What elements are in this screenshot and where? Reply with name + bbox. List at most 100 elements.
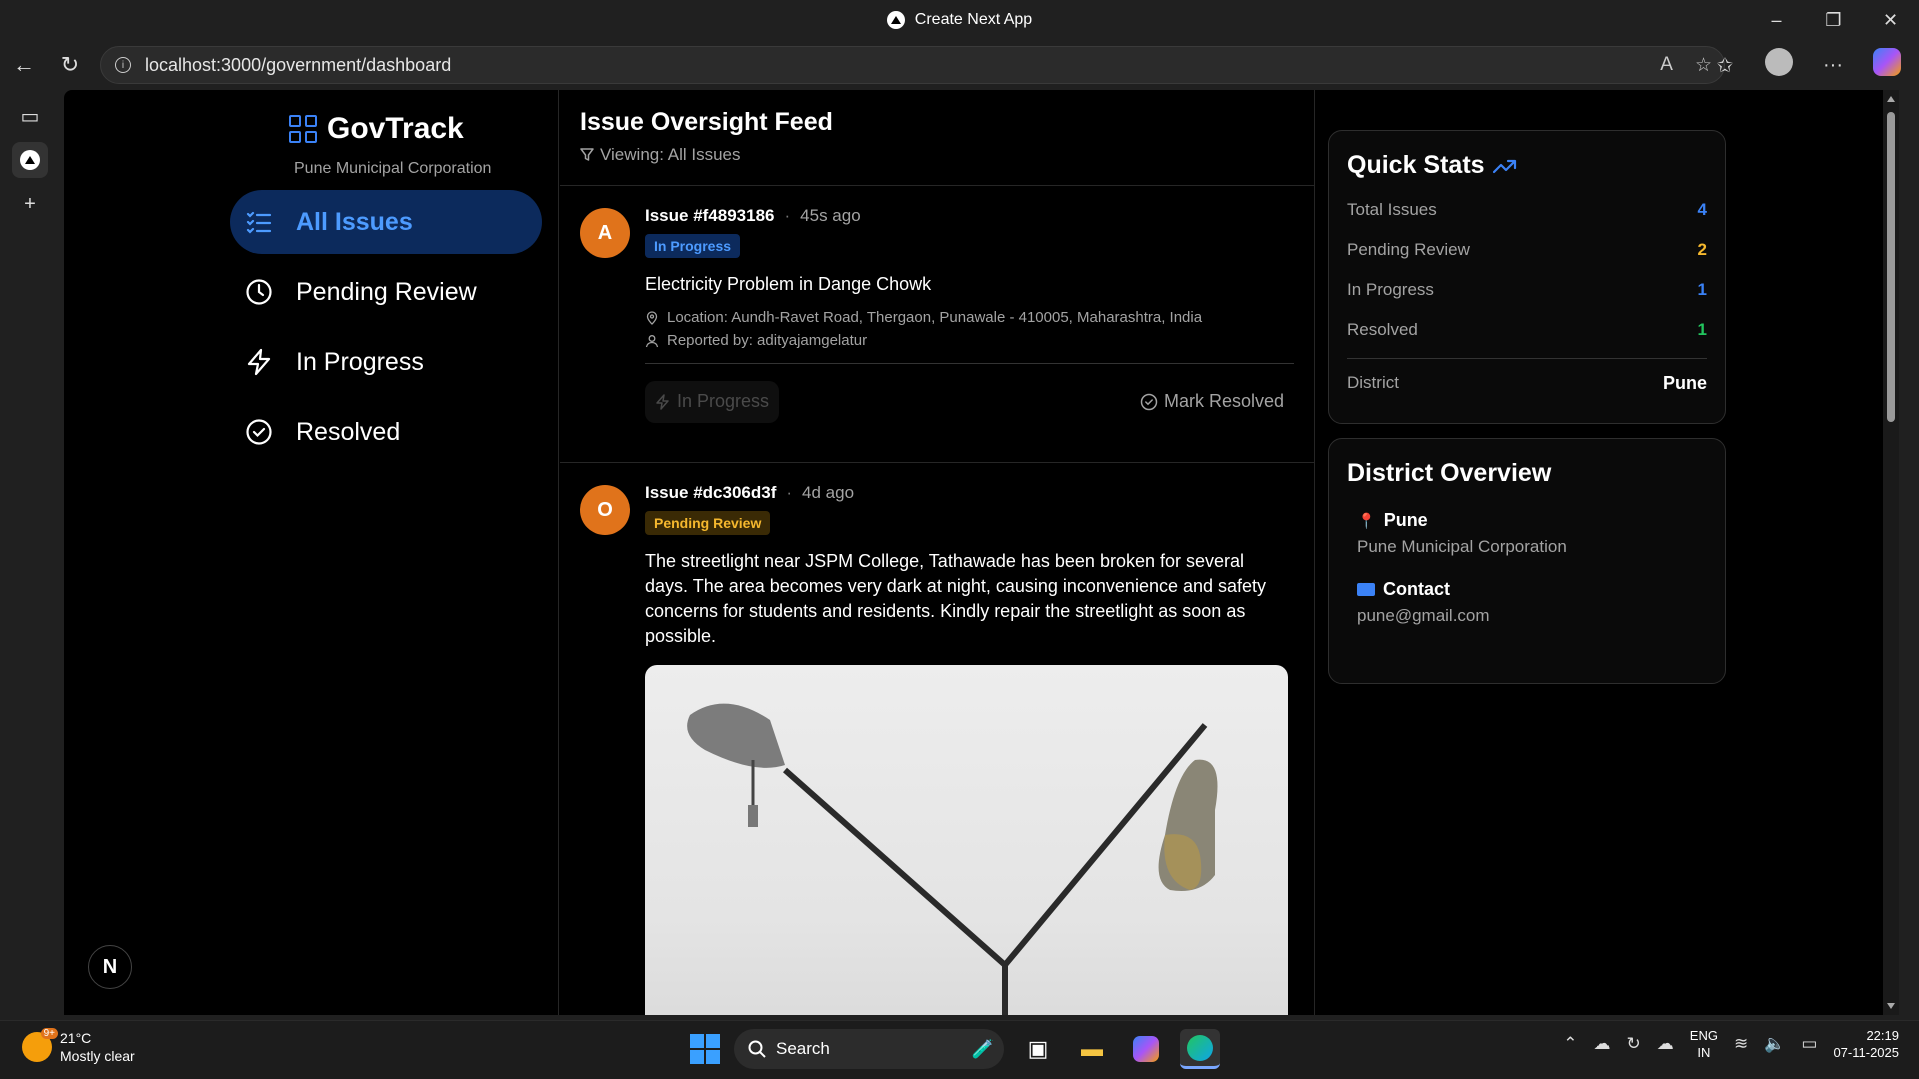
pin-icon: 📍 <box>1357 512 1376 530</box>
stat-value: 1 <box>1697 320 1707 339</box>
lang-primary: ENG <box>1689 1028 1718 1043</box>
stat-pending-review: Pending Review 2 <box>1347 240 1707 260</box>
issue-time: 45s ago <box>800 206 861 225</box>
issue-actions: In Progress Mark Resolved <box>645 363 1294 439</box>
close-icon[interactable]: ✕ <box>1862 0 1919 40</box>
stat-value: 1 <box>1697 280 1707 299</box>
page-viewport: GovTrack Pune Municipal Corporation All … <box>64 90 1899 1015</box>
task-view-icon[interactable]: ▣ <box>1018 1029 1058 1069</box>
copilot-icon[interactable] <box>1869 48 1905 82</box>
page-scrollbar[interactable] <box>1883 90 1899 1015</box>
status-badge: Pending Review <box>645 511 771 535</box>
mark-resolved-button[interactable]: Mark Resolved <box>1140 391 1294 412</box>
brand-subtitle: Pune Municipal Corporation <box>294 160 492 177</box>
sidebar-item-resolved[interactable]: Resolved <box>230 400 542 464</box>
windows-taskbar: 9+ 21°C Mostly clear Search 🧪 ▣ ▬ ⌃ ☁ ↻ … <box>0 1020 1919 1079</box>
url-actions: A ☆ <box>1660 54 1712 77</box>
browser-tab-strip: ▭ + <box>0 90 62 1020</box>
back-icon[interactable]: ← <box>2 43 46 87</box>
cloud-icon[interactable]: ☁ <box>1657 1034 1674 1054</box>
read-aloud-icon[interactable]: A <box>1660 54 1673 77</box>
scroll-up-icon[interactable] <box>1887 96 1895 102</box>
status-badge: In Progress <box>645 234 741 258</box>
in-progress-button[interactable]: In Progress <box>645 380 780 423</box>
battery-icon[interactable]: ▭ <box>1801 1034 1817 1054</box>
site-info-icon[interactable]: i <box>115 57 131 73</box>
windows-start-icon[interactable] <box>690 1034 720 1064</box>
issue-card: A Issue #f4893186 · 45s ago In Progress … <box>560 186 1314 463</box>
weather-badge: 9+ <box>40 1028 58 1039</box>
contact-label: Contact <box>1383 579 1450 599</box>
copilot-app-icon[interactable] <box>1126 1029 1166 1069</box>
edge-browser-icon[interactable] <box>1180 1029 1220 1069</box>
scrollbar-thumb[interactable] <box>1887 112 1895 422</box>
quick-stats-title-text: Quick Stats <box>1347 151 1485 179</box>
stat-resolved: Resolved 1 <box>1347 320 1707 340</box>
language-indicator[interactable]: ENG IN <box>1690 1027 1718 1061</box>
minimize-icon[interactable]: – <box>1748 0 1805 40</box>
issue-reporter-text: Reported by: adityajamgelatur <box>667 332 868 349</box>
clock[interactable]: 22:19 07-11-2025 <box>1833 1027 1899 1061</box>
stat-label: In Progress <box>1347 280 1434 299</box>
issue-time: 4d ago <box>802 483 855 502</box>
sidebar-item-label: Pending Review <box>296 277 477 306</box>
profile-icon[interactable] <box>1761 48 1797 82</box>
more-menu-icon[interactable]: ··· <box>1815 54 1851 77</box>
volume-icon[interactable]: 🔈 <box>1764 1034 1785 1054</box>
taskbar-apps: Search 🧪 ▣ ▬ <box>690 1029 1220 1069</box>
in-progress-button-label: In Progress <box>677 391 770 411</box>
district-corp: Pune Municipal Corporation <box>1357 537 1567 556</box>
window-title: Create Next App <box>886 11 1032 29</box>
issue-reporter: Reported by: adityajamgelatur <box>645 332 1294 349</box>
brand-name: GovTrack <box>327 112 464 145</box>
tab-actions-icon[interactable]: ▭ <box>12 98 48 134</box>
clock-time: 22:19 <box>1866 1028 1899 1043</box>
sidebar-item-all-issues[interactable]: All Issues <box>230 190 542 254</box>
dashboard-grid-icon <box>289 115 317 143</box>
issue-location-text: Location: Aundh-Ravet Road, Thergaon, Pu… <box>667 309 1203 326</box>
avatar: A <box>580 208 630 258</box>
stat-label: Total Issues <box>1347 200 1437 219</box>
url-text[interactable]: localhost:3000/government/dashboard <box>145 55 451 76</box>
file-explorer-icon[interactable]: ▬ <box>1072 1029 1112 1069</box>
onedrive-sync-icon[interactable]: ☁ <box>1594 1034 1611 1054</box>
lang-secondary: IN <box>1697 1045 1711 1060</box>
issue-meta: Issue #dc306d3f · 4d ago <box>645 483 1294 503</box>
taskbar-search[interactable]: Search 🧪 <box>734 1029 1004 1069</box>
refresh-icon[interactable]: ↻ <box>48 43 92 87</box>
clock-icon <box>244 277 274 307</box>
check-circle-icon <box>1140 393 1158 410</box>
issue-photo[interactable] <box>645 665 1288 1015</box>
brand[interactable]: GovTrack <box>289 112 464 146</box>
issue-description: The streetlight near JSPM College, Tatha… <box>645 551 1267 646</box>
wifi-icon[interactable]: ≋ <box>1734 1034 1748 1054</box>
nextjs-dev-badge[interactable]: N <box>88 945 132 989</box>
weather-widget[interactable]: 9+ 21°C Mostly clear <box>22 1028 135 1065</box>
restore-icon[interactable]: ❐ <box>1805 0 1862 40</box>
chevron-up-icon[interactable]: ⌃ <box>1563 1034 1577 1054</box>
district-overview-title: District Overview <box>1347 459 1552 487</box>
feed-filter-text: Viewing: All Issues <box>600 145 741 164</box>
stat-in-progress: In Progress 1 <box>1347 280 1707 300</box>
clock-date: 07-11-2025 <box>1833 1045 1899 1060</box>
sidebar-item-pending-review[interactable]: Pending Review <box>230 260 542 324</box>
stat-value: 4 <box>1697 200 1707 219</box>
url-field[interactable]: i localhost:3000/government/dashboard A … <box>100 46 1725 84</box>
tab-create-next-app[interactable] <box>12 142 48 178</box>
taskbar-search-label: Search <box>776 1039 830 1058</box>
browser-toolbar-right: ✩ ··· <box>1707 40 1919 90</box>
feed-filter: Viewing: All Issues <box>580 145 1314 165</box>
sidebar-item-in-progress[interactable]: In Progress <box>230 330 542 394</box>
issue-id: Issue #f4893186 <box>645 206 775 225</box>
check-circle-icon <box>244 417 274 447</box>
issue-card: O Issue #dc306d3f · 4d ago Pending Revie… <box>560 463 1314 1015</box>
update-icon[interactable]: ↻ <box>1627 1034 1641 1054</box>
new-tab-icon[interactable]: + <box>12 186 48 222</box>
stat-value: Pune <box>1662 373 1707 393</box>
favorites-icon[interactable]: ✩ <box>1707 53 1743 78</box>
bolt-icon <box>244 347 274 377</box>
contact-email[interactable]: pune@gmail.com <box>1357 606 1707 626</box>
scroll-down-icon[interactable] <box>1887 1003 1895 1009</box>
quick-stats-title: Quick Stats <box>1347 151 1707 180</box>
search-icon <box>748 1040 766 1058</box>
